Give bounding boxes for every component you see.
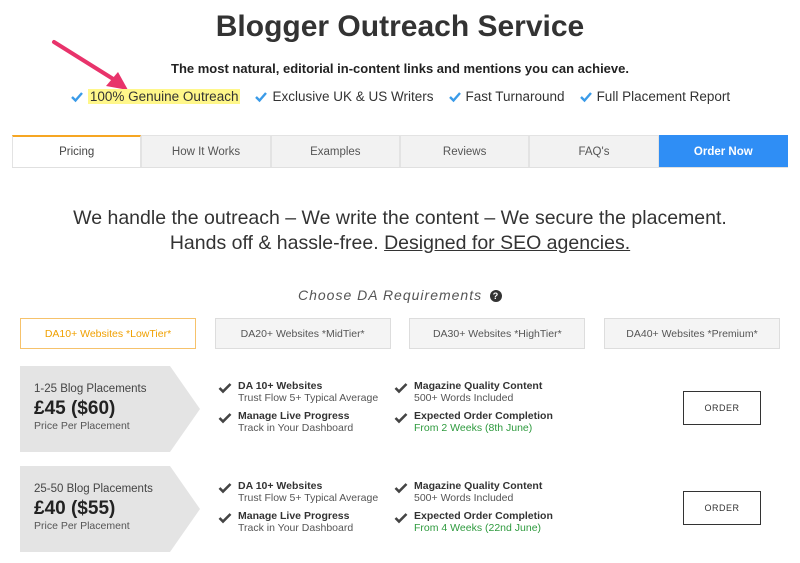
feature-list: 100% Genuine Outreach Exclusive UK & US … (0, 89, 800, 104)
feature-sub: Track in Your Dashboard (238, 522, 354, 534)
check-icon (71, 91, 83, 102)
tier-feature: Expected Order Completion From 2 Weeks (8… (394, 410, 553, 434)
tick-icon (218, 513, 232, 524)
da-tab-premium[interactable]: DA40+ Websites *Premium* (603, 318, 780, 349)
tab-examples[interactable]: Examples (270, 135, 400, 167)
order-button[interactable]: ORDER (683, 491, 761, 525)
headline: We handle the outreach – We write the co… (0, 206, 800, 256)
tick-icon (394, 513, 408, 524)
price-label: Price Per Placement (34, 520, 130, 532)
feature-sub: From 2 Weeks (8th June) (414, 422, 533, 434)
feature-title: Expected Order Completion (414, 410, 553, 422)
da-requirements-title: Choose DA Requirements ? (0, 287, 800, 303)
da-tabs: DA10+ Websites *LowTier* DA20+ Websites … (20, 318, 780, 349)
tick-icon (218, 413, 232, 424)
feature-sub: Trust Flow 5+ Typical Average (238, 492, 379, 504)
seo-agencies-link[interactable]: Designed for SEO agencies. (384, 232, 630, 254)
da-title-text: Choose DA Requirements (297, 287, 483, 303)
feature-item: 100% Genuine Outreach (70, 89, 241, 104)
feature-sub: Track in Your Dashboard (238, 422, 354, 434)
feature-title: Magazine Quality Content (414, 480, 543, 492)
feature-item: Fast Turnaround (448, 89, 565, 104)
feature-item: Full Placement Report (579, 89, 731, 104)
tier-feature: DA 10+ Websites Trust Flow 5+ Typical Ave… (218, 380, 378, 404)
tick-icon (218, 383, 232, 394)
price-label: Price Per Placement (34, 420, 130, 432)
tab-how-it-works[interactable]: How It Works (141, 135, 271, 167)
feature-item: Exclusive UK & US Writers (254, 89, 434, 104)
page-subtitle: The most natural, editorial in-content l… (171, 61, 629, 76)
order-now-button[interactable]: Order Now (658, 135, 788, 167)
tab-reviews[interactable]: Reviews (399, 135, 530, 167)
price-box: 1-25 Blog Placements £45 ($60) Price Per… (20, 366, 200, 452)
order-button[interactable]: ORDER (683, 391, 761, 425)
da-tab-lowtier[interactable]: DA10+ Websites *LowTier* (20, 318, 196, 349)
feature-sub: From 4 Weeks (22nd June) (414, 522, 542, 534)
da-tab-midtier[interactable]: DA20+ Websites *MidTier* (214, 318, 391, 349)
price: £40 ($55) (34, 498, 116, 519)
feature-title: DA 10+ Websites (238, 380, 323, 392)
tick-icon (394, 483, 408, 494)
tier-feature: Magazine Quality Content 500+ Words Inclu… (394, 380, 542, 404)
page-title: Blogger Outreach Service (215, 10, 585, 43)
price-box: 25-50 Blog Placements £40 ($55) Price Pe… (20, 466, 200, 552)
feature-title: Expected Order Completion (414, 510, 553, 522)
tier-feature: Expected Order Completion From 4 Weeks (2… (394, 510, 553, 534)
feature-sub: Trust Flow 5+ Typical Average (238, 392, 379, 404)
pricing-tier: 1-25 Blog Placements £45 ($60) Price Per… (20, 366, 780, 452)
tab-pricing[interactable]: Pricing (12, 135, 142, 167)
feature-title: Manage Live Progress (238, 410, 350, 422)
tier-feature: DA 10+ Websites Trust Flow 5+ Typical Ave… (218, 480, 378, 504)
tick-icon (218, 483, 232, 494)
feature-label: Full Placement Report (596, 89, 731, 104)
placement-range: 1-25 Blog Placements (34, 383, 147, 395)
tier-feature: Manage Live Progress Track in Your Dashbo… (218, 510, 353, 534)
check-icon (255, 91, 268, 102)
tier-feature: Magazine Quality Content 500+ Words Inclu… (394, 480, 542, 504)
feature-label: 100% Genuine Outreach (87, 89, 241, 104)
feature-title: DA 10+ Websites (238, 480, 323, 492)
feature-sub: 500+ Words Included (414, 392, 514, 404)
tier-feature: Manage Live Progress Track in Your Dashbo… (218, 410, 353, 434)
placement-range: 25-50 Blog Placements (34, 483, 153, 495)
feature-label: Fast Turnaround (465, 89, 565, 104)
pricing-tier: 25-50 Blog Placements £40 ($55) Price Pe… (20, 466, 780, 552)
feature-title: Manage Live Progress (238, 510, 350, 522)
help-circle-icon[interactable]: ? (490, 290, 502, 303)
main-tabs: Pricing How It Works Examples Reviews FA… (12, 135, 788, 168)
feature-title: Magazine Quality Content (414, 380, 543, 392)
headline-text: Hands off & hassle-free. (169, 232, 379, 254)
tab-faqs[interactable]: FAQ's (529, 135, 659, 167)
feature-sub: 500+ Words Included (414, 492, 514, 504)
da-tab-hightier[interactable]: DA30+ Websites *HighTier* (409, 318, 586, 349)
price: £45 ($60) (34, 398, 116, 419)
tick-icon (394, 383, 408, 394)
tick-icon (394, 413, 408, 424)
check-icon (448, 91, 461, 102)
headline-line2: Hands off & hassle-free. Designed for SE… (0, 231, 800, 256)
feature-label: Exclusive UK & US Writers (272, 89, 434, 104)
headline-line1: We handle the outreach – We write the co… (73, 207, 727, 229)
check-icon (579, 91, 592, 102)
